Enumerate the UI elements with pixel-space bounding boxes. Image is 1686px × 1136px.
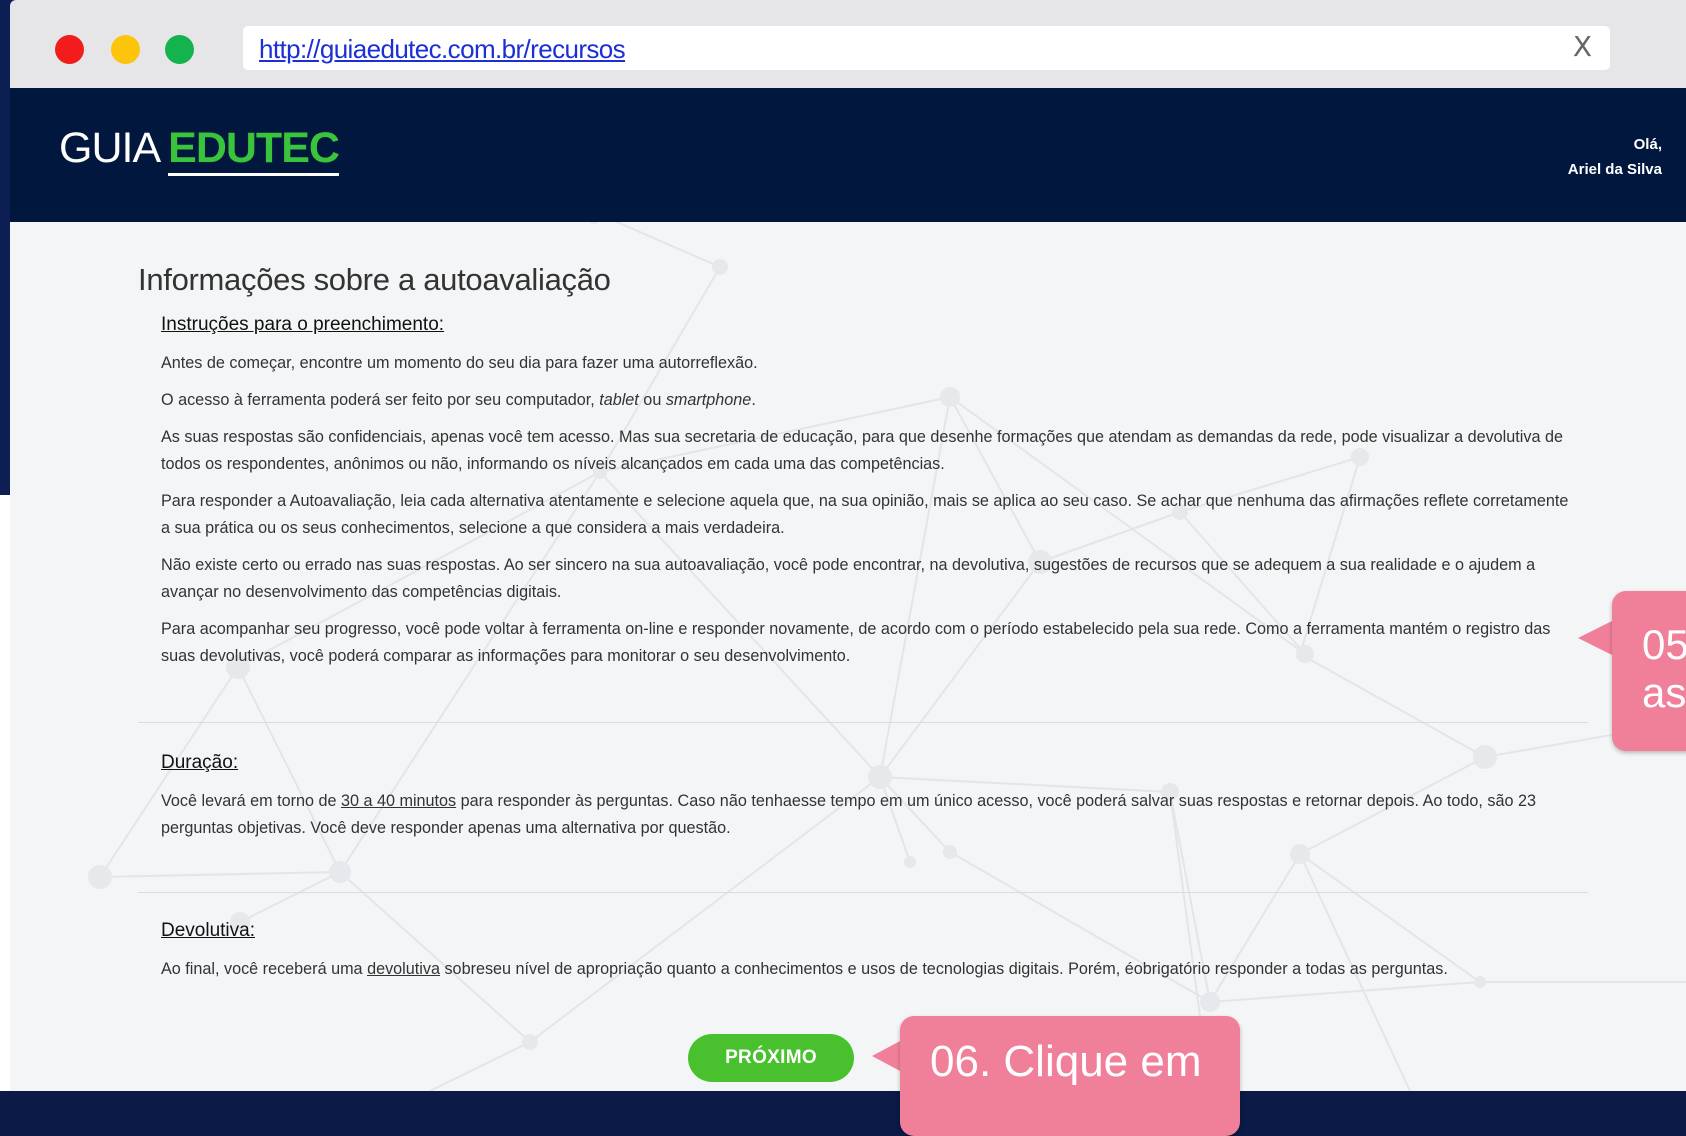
text-run: sobreseu nível de apropriação quanto a c… xyxy=(439,960,1448,978)
instructions-paragraph: Não existe certo ou errado nas suas resp… xyxy=(161,556,1536,601)
text-run-italic: tablet xyxy=(599,391,639,409)
callout-text: as xyxy=(1642,669,1686,716)
feedback-paragraph: Ao final, você receberá uma devolutiva s… xyxy=(161,956,1581,983)
next-button[interactable]: PRÓXIMO xyxy=(688,1034,854,1082)
duration-highlight: 30 a 40 minutos xyxy=(340,792,457,810)
address-bar[interactable]: http://guiaedutec.com.br/recursos X xyxy=(243,26,1610,70)
window-maximize-dot[interactable] xyxy=(165,35,194,64)
section-divider xyxy=(138,722,1588,723)
tutorial-callout-step-5: 05 as xyxy=(1612,591,1686,751)
user-greeting[interactable]: Olá, Ariel da Silva xyxy=(1568,132,1662,182)
logo[interactable]: GUIA EDUTEC xyxy=(59,124,340,176)
section-divider xyxy=(138,892,1588,893)
main-content: Informações sobre a autoavaliação Instru… xyxy=(10,222,1686,1091)
instructions-paragraph: As suas respostas são confidenciais, ape… xyxy=(161,428,1563,473)
callout-text: 05 xyxy=(1642,621,1686,668)
window-minimize-dot[interactable] xyxy=(111,35,140,64)
instructions-paragraph: Para acompanhar seu progresso, você pode… xyxy=(161,620,1551,665)
duration-paragraph: Você levará em torno de 30 a 40 minutos … xyxy=(161,788,1581,842)
callout-pointer xyxy=(1578,620,1614,656)
feedback-heading: Devolutiva: xyxy=(161,920,255,941)
text-run: ou xyxy=(638,391,666,409)
duration-heading: Duração: xyxy=(161,752,239,773)
site-header: GUIA EDUTEC Olá, Ariel da Silva xyxy=(10,88,1686,222)
text-run-italic: smartphone xyxy=(665,391,752,409)
duration-section: Duração: Você levará em torno de 30 a 40… xyxy=(161,752,1581,852)
logo-text-strong: EDUTEC xyxy=(168,124,340,176)
text-run: Você levará em torno de xyxy=(161,792,341,810)
callout-pointer xyxy=(872,1040,902,1072)
logo-text-light: GUIA xyxy=(59,124,161,172)
instructions-heading: Instruções para o preenchimento: xyxy=(161,314,445,335)
window-close-dot[interactable] xyxy=(55,35,84,64)
close-icon[interactable]: X xyxy=(1573,30,1592,63)
feedback-link[interactable]: devolutiva xyxy=(367,960,440,978)
page-title: Informações sobre a autoavaliação xyxy=(138,262,611,297)
text-run: Ao final, você receberá uma xyxy=(161,960,368,978)
text-run: . xyxy=(751,391,756,409)
instructions-paragraph: Antes de começar, encontre um momento do… xyxy=(161,354,758,372)
url-text[interactable]: http://guiaedutec.com.br/recursos xyxy=(259,34,626,65)
feedback-section: Devolutiva: Ao final, você receberá uma … xyxy=(161,920,1581,993)
text-run: O acesso à ferramenta poderá ser feito p… xyxy=(161,391,600,409)
greeting-text: Olá, xyxy=(1633,136,1662,153)
browser-chrome: http://guiaedutec.com.br/recursos X xyxy=(10,0,1686,88)
instructions-section: Instruções para o preenchimento: Antes d… xyxy=(161,314,1581,680)
tutorial-callout-step-6: 06. Clique em xyxy=(900,1016,1240,1136)
callout-text: 06. Clique em xyxy=(930,1037,1202,1086)
user-name: Ariel da Silva xyxy=(1567,161,1662,178)
instructions-paragraph: Para responder a Autoavaliação, leia cad… xyxy=(161,492,1569,537)
instructions-paragraph: O acesso à ferramenta poderá ser feito p… xyxy=(161,387,1581,414)
